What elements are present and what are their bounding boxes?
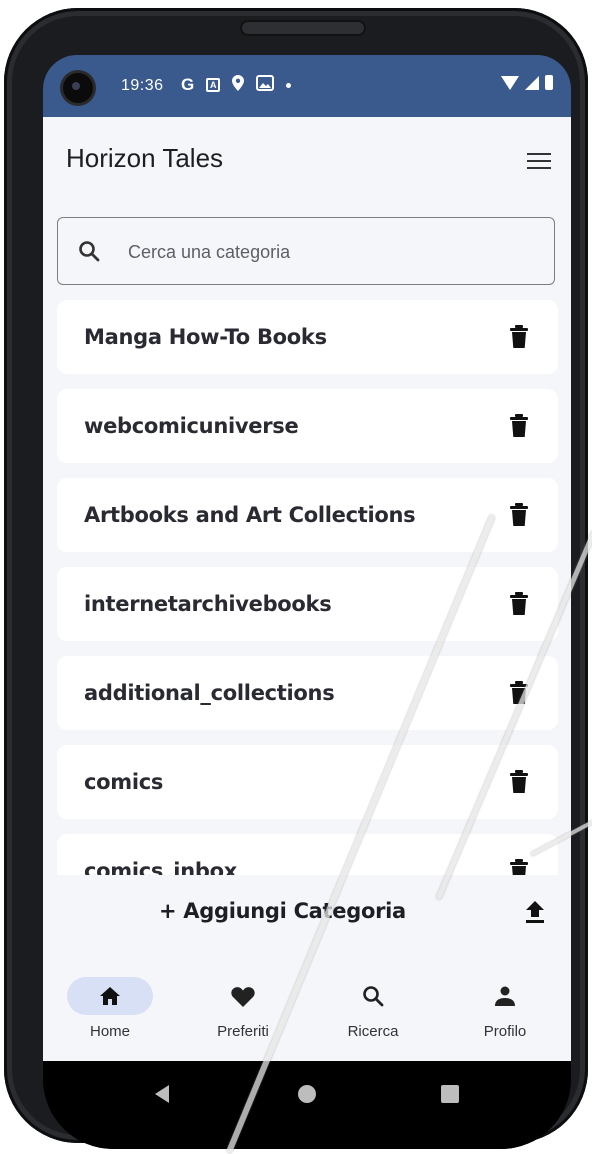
top-app-bar: Horizon Tales [43,117,571,207]
trash-icon[interactable] [510,592,528,616]
nav-search[interactable]: Ricerca [318,977,428,1040]
wifi-icon [501,75,519,90]
list-item[interactable]: webcomicuniverse [57,389,558,463]
trash-icon[interactable] [510,414,528,438]
heart-icon [231,986,255,1007]
page-title: Horizon Tales [66,143,224,173]
status-bar: 19:36 G A [43,55,571,117]
list-item[interactable]: additional_collections [57,656,558,730]
nav-home-pill [67,977,153,1015]
category-label: comics [84,770,164,794]
category-label: Artbooks and Art Collections [84,503,416,527]
list-item[interactable]: comics_inbox [57,834,558,880]
app-content: Horizon Tales Manga How-To Books webcomi… [43,117,571,1061]
search-icon [79,241,100,262]
upload-icon[interactable] [525,901,545,923]
add-category-bar: + Aggiungi Categoria [43,875,571,953]
battery-icon [545,75,553,90]
a-box-icon: A [206,78,221,92]
list-item[interactable]: internetarchivebooks [57,567,558,641]
category-label: Manga How-To Books [84,325,327,349]
location-icon [232,75,245,95]
add-category-button[interactable]: + Aggiungi Categoria [159,899,406,923]
google-g-icon: G [181,75,195,94]
front-camera [63,73,93,103]
nav-label: Profilo [483,1023,527,1040]
category-label: additional_collections [84,681,335,705]
system-icons [501,75,553,90]
nav-favorites-pill [200,977,286,1015]
nav-label: Ricerca [347,1023,399,1040]
search-field[interactable] [57,217,555,285]
signal-icon [525,75,539,90]
nav-home[interactable]: Home [55,977,165,1040]
dot-icon [286,82,292,88]
phone-frame: 19:36 G A Horizon Tales Cerca una catego… [4,8,588,1149]
system-navigation-bar [43,1061,571,1149]
trash-icon[interactable] [510,325,528,349]
home-circle-icon[interactable] [298,1085,316,1103]
list-item[interactable]: Manga How-To Books [57,300,558,374]
notification-icons: G A [181,75,292,95]
nav-profile-pill [462,977,548,1015]
search-input[interactable] [126,234,530,270]
recent-apps-icon[interactable] [441,1085,459,1103]
category-label: webcomicuniverse [84,414,299,438]
trash-icon[interactable] [510,503,528,527]
nav-profile[interactable]: Profilo [450,977,560,1040]
screen: 19:36 G A Horizon Tales Cerca una catego… [43,55,571,1149]
list-item[interactable]: comics [57,745,558,819]
nav-label: Home [89,1023,130,1040]
back-icon[interactable] [155,1085,169,1103]
home-icon [100,987,120,1005]
phone-speaker [240,20,366,36]
category-label: internetarchivebooks [84,592,332,616]
image-icon [256,75,275,95]
nav-search-pill [330,977,416,1015]
status-time: 19:36 [121,77,164,94]
menu-icon[interactable] [527,153,551,169]
search-icon [363,986,384,1007]
person-icon [495,986,515,1006]
trash-icon[interactable] [510,770,528,794]
